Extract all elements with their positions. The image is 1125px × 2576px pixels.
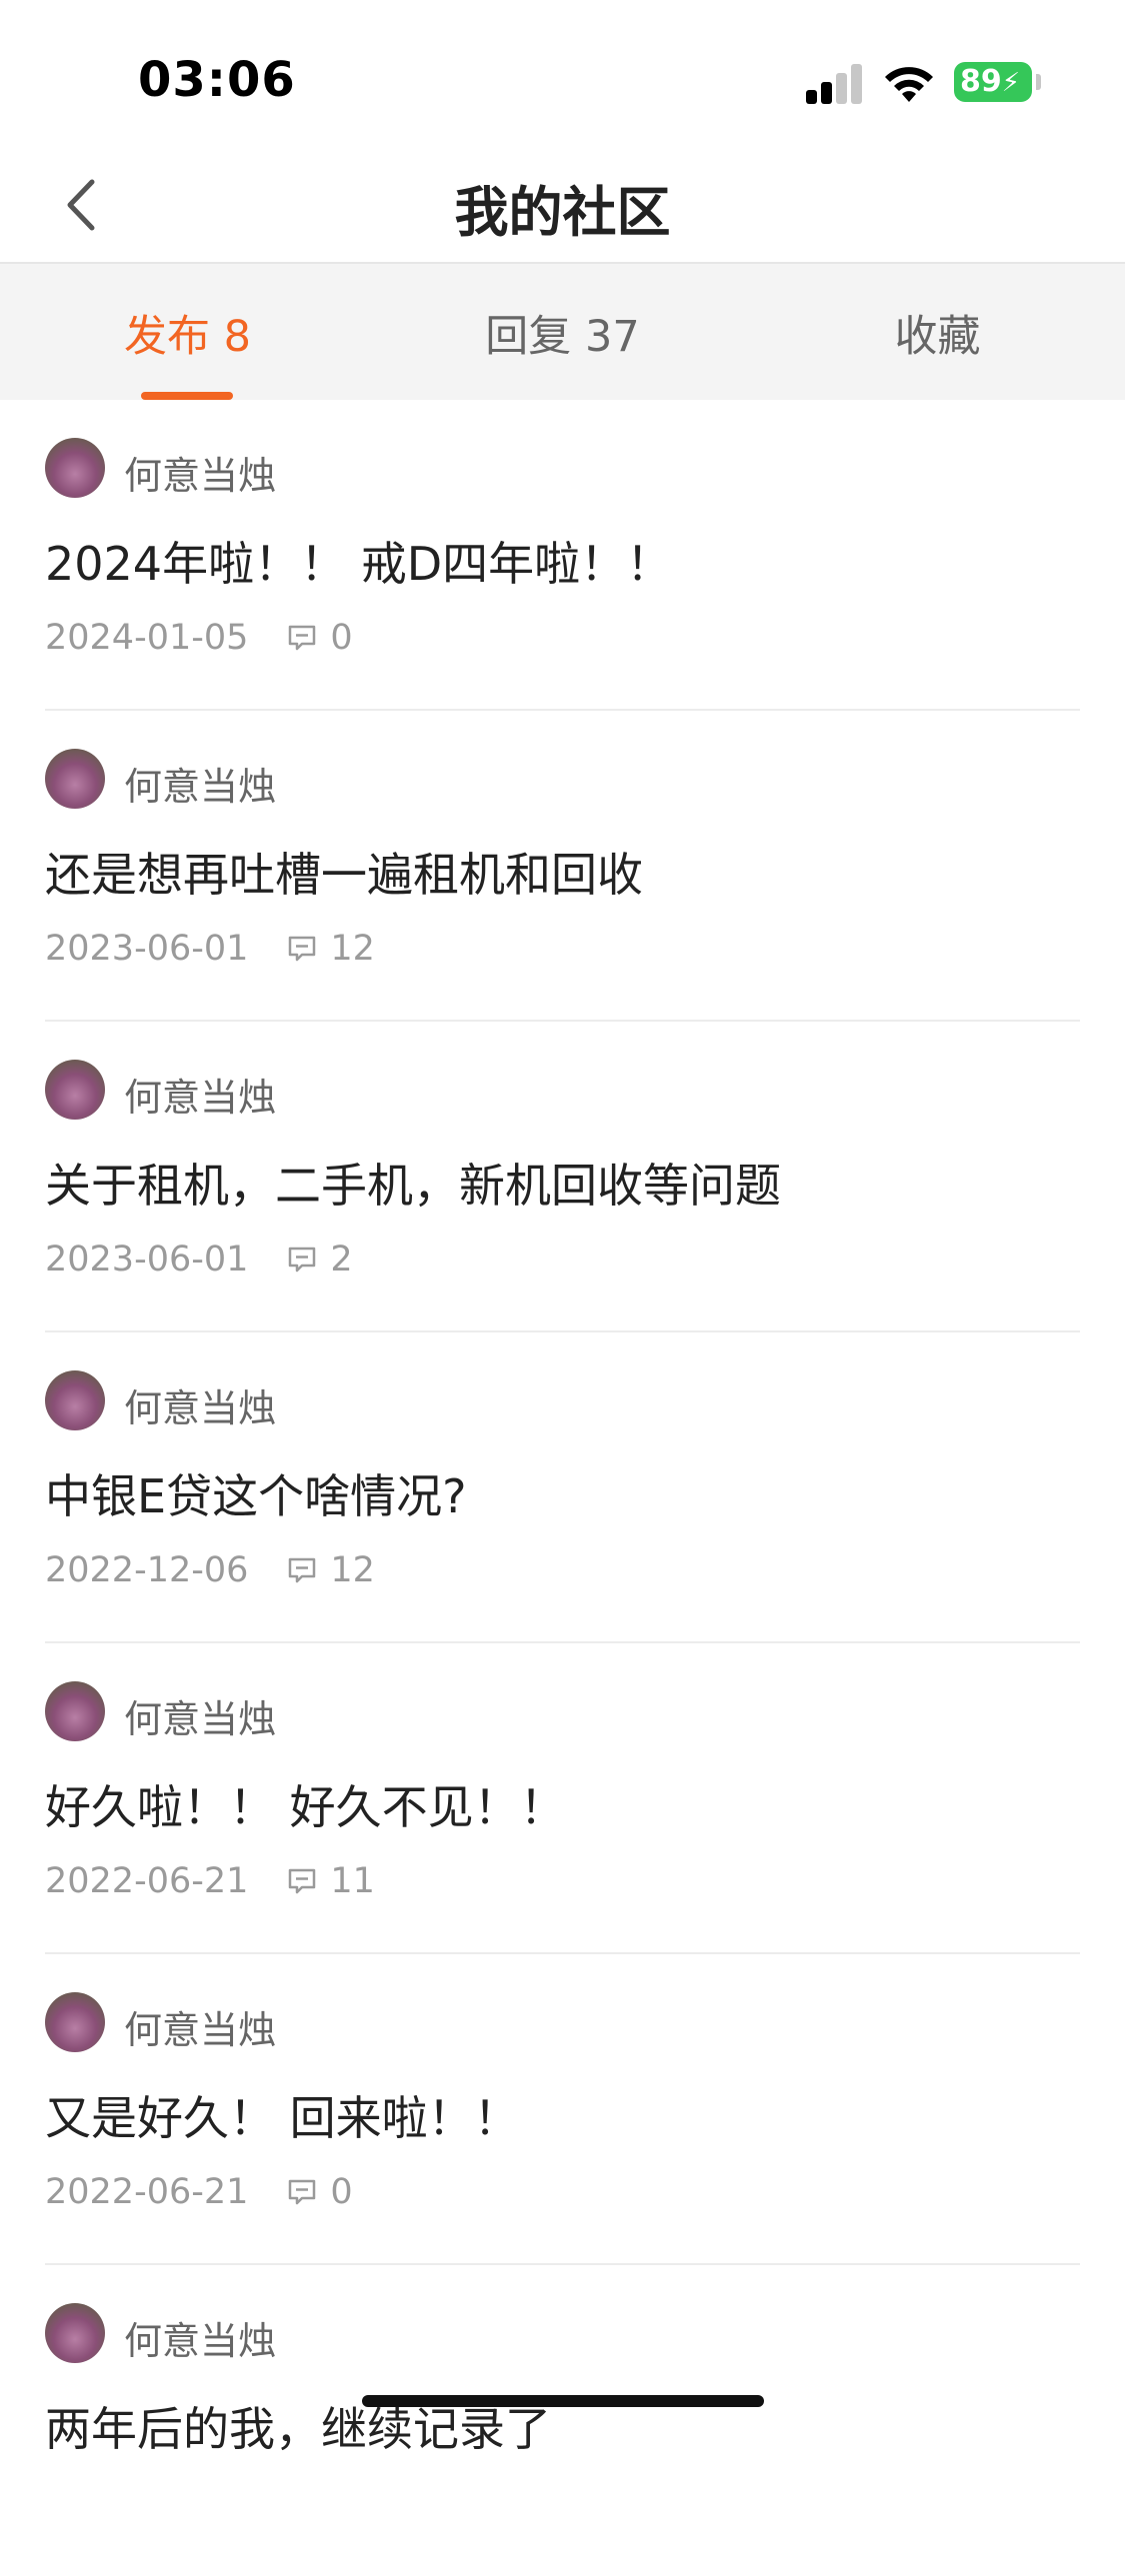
tab-replies[interactable]: 回复 37 — [375, 302, 750, 364]
comment-count: 2 — [330, 1240, 353, 1280]
author-name: 何意当烛 — [124, 2319, 277, 2363]
post-title[interactable]: 2024年啦！！ 戒D四年啦！！ — [45, 528, 672, 594]
post-date: 2023-06-01 — [45, 1240, 249, 1280]
author-name: 何意当烛 — [124, 765, 277, 809]
list-item[interactable]: 何意当烛 2024年啦！！ 戒D四年啦！！ 2024-01-05 0 — [0, 400, 1125, 711]
author-name: 何意当烛 — [124, 1076, 277, 1120]
list-item[interactable]: 何意当烛 又是好久！ 回来啦！！ 2022-06-21 0 — [0, 1954, 1125, 2265]
signal-icon — [806, 62, 864, 104]
tab-favorites[interactable]: 收藏 — [750, 302, 1125, 364]
post-date: 2022-12-06 — [45, 1550, 249, 1590]
author-name: 何意当烛 — [124, 1697, 277, 1741]
comment-count: 0 — [330, 2172, 353, 2212]
wifi-icon — [885, 67, 933, 102]
list-item[interactable]: 何意当烛 好久啦！！ 好久不见！！ 2022-06-21 11 — [0, 1643, 1125, 1954]
avatar[interactable] — [45, 749, 105, 809]
avatar[interactable] — [45, 1370, 105, 1430]
comment-icon — [289, 1557, 316, 1583]
avatar[interactable] — [45, 2303, 105, 2363]
post-date: 2022-06-21 — [45, 1861, 249, 1901]
post-list: 何意当烛 2024年啦！！ 戒D四年啦！！ 2024-01-05 0 何意当烛 … — [0, 400, 1125, 2576]
post-meta: 2024-01-05 0 — [45, 618, 353, 658]
avatar[interactable] — [45, 1060, 105, 1120]
nav-bar: 我的社区 — [0, 150, 1125, 264]
post-date: 2023-06-01 — [45, 929, 249, 969]
charging-icon: ⚡ — [1001, 68, 1021, 98]
list-item[interactable]: 何意当烛 两年后的我，继续记录了 — [0, 2265, 1125, 2576]
list-item[interactable]: 何意当烛 中银E贷这个啥情况? 2022-12-06 12 — [0, 1332, 1125, 1643]
status-time: 03:06 — [138, 52, 296, 108]
tab-bar: 发布 8 回复 37 收藏 — [0, 264, 1125, 400]
post-title[interactable]: 好久啦！！ 好久不见！！ — [45, 1771, 566, 1837]
post-title[interactable]: 中银E贷这个啥情况? — [45, 1460, 466, 1526]
comment-count: 0 — [330, 618, 353, 658]
post-meta: 2022-06-21 11 — [45, 1861, 375, 1901]
battery-level: 89 — [960, 64, 1002, 99]
post-title[interactable]: 还是想再吐槽一遍租机和回收 — [45, 839, 643, 905]
battery-indicator: 89⚡ — [954, 62, 1032, 102]
avatar[interactable] — [45, 438, 105, 498]
author-name: 何意当烛 — [124, 1386, 277, 1430]
comment-icon — [289, 1868, 316, 1894]
author-name: 何意当烛 — [124, 454, 277, 498]
comment-icon — [289, 1247, 316, 1273]
status-bar: 03:06 89⚡ — [0, 0, 1125, 150]
comment-count: 12 — [330, 929, 375, 969]
list-item[interactable]: 何意当烛 关于租机，二手机，新机回收等问题 2023-06-01 2 — [0, 1022, 1125, 1332]
post-meta: 2022-06-21 0 — [45, 2172, 353, 2212]
tab-posts[interactable]: 发布 8 — [0, 302, 375, 364]
post-date: 2024-01-05 — [45, 618, 249, 658]
comment-count: 12 — [330, 1550, 375, 1590]
post-meta: 2023-06-01 2 — [45, 1240, 353, 1280]
comment-icon — [289, 625, 316, 651]
post-title[interactable]: 关于租机，二手机，新机回收等问题 — [45, 1150, 781, 1216]
avatar[interactable] — [45, 1992, 105, 2052]
active-tab-indicator — [141, 392, 233, 400]
avatar[interactable] — [45, 1681, 105, 1741]
battery-cap — [1036, 74, 1041, 90]
author-name: 何意当烛 — [124, 2008, 277, 2052]
list-item[interactable]: 何意当烛 还是想再吐槽一遍租机和回收 2023-06-01 12 — [0, 711, 1125, 1022]
post-date: 2022-06-21 — [45, 2172, 249, 2212]
post-meta: 2023-06-01 12 — [45, 929, 375, 969]
post-meta: 2022-12-06 12 — [45, 1550, 375, 1590]
comment-count: 11 — [330, 1861, 375, 1901]
home-indicator — [362, 2395, 764, 2407]
page-title: 我的社区 — [454, 181, 671, 244]
comment-icon — [289, 2179, 316, 2205]
comment-icon — [289, 936, 316, 962]
post-title[interactable]: 又是好久！ 回来啦！！ — [45, 2082, 520, 2148]
